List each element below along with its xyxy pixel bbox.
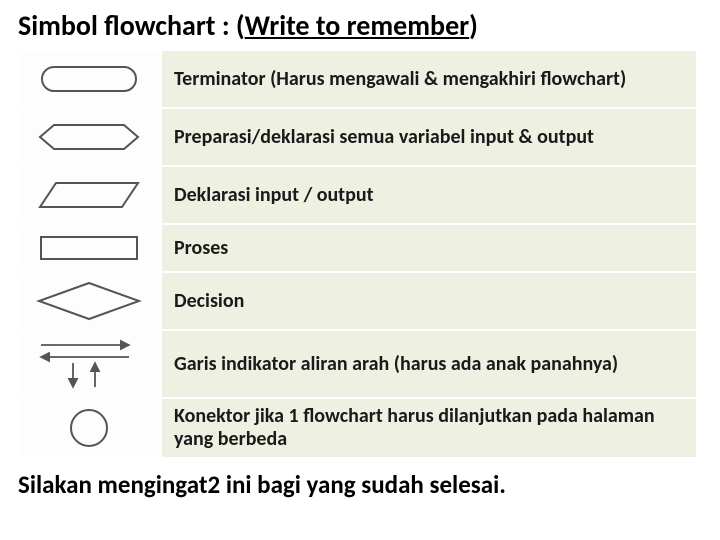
desc-cell: Konektor jika 1 flowchart harus dilanjut… <box>162 399 696 457</box>
symbol-cell <box>18 331 162 397</box>
symbol-cell <box>18 51 162 107</box>
table-row: Konektor jika 1 flowchart harus dilanjut… <box>18 398 696 457</box>
symbol-cell <box>18 225 162 271</box>
symbol-cell <box>18 273 162 329</box>
terminator-icon <box>39 62 139 96</box>
desc-cell: Preparasi/deklarasi semua variabel input… <box>162 120 696 155</box>
desc-cell: Proses <box>162 231 696 266</box>
preparation-icon <box>34 117 144 157</box>
symbol-cell <box>18 167 162 223</box>
table-row: Deklarasi input / output <box>18 166 696 224</box>
title-close: ) <box>469 8 478 43</box>
footer-note: Silakan mengingat2 ini bagi yang sudah s… <box>18 467 702 500</box>
connector-icon <box>64 403 114 453</box>
symbol-cell <box>18 399 162 457</box>
symbol-table: Terminator (Harus mengawali & mengakhiri… <box>18 51 696 457</box>
desc-cell: Deklarasi input / output <box>162 178 696 213</box>
desc-cell: Garis indikator aliran arah (harus ada a… <box>162 347 696 382</box>
desc-cell: Terminator (Harus mengawali & mengakhiri… <box>162 62 696 97</box>
symbol-cell <box>18 109 162 165</box>
desc-cell: Decision <box>162 284 696 319</box>
table-row: Garis indikator aliran arah (harus ada a… <box>18 330 696 398</box>
title-underlined: Write to remember <box>245 8 470 43</box>
decision-icon <box>33 279 145 323</box>
page-title: Simbol flowchart : (Write to remember) <box>18 8 702 43</box>
table-row: Preparasi/deklarasi semua variabel input… <box>18 108 696 166</box>
table-row: Decision <box>18 272 696 330</box>
io-icon <box>34 177 144 213</box>
title-main: Simbol flowchart : ( <box>18 8 245 43</box>
process-icon <box>37 232 141 264</box>
table-row: Terminator (Harus mengawali & mengakhiri… <box>18 51 696 108</box>
table-row: Proses <box>18 224 696 272</box>
flow-arrows-icon <box>29 335 149 393</box>
